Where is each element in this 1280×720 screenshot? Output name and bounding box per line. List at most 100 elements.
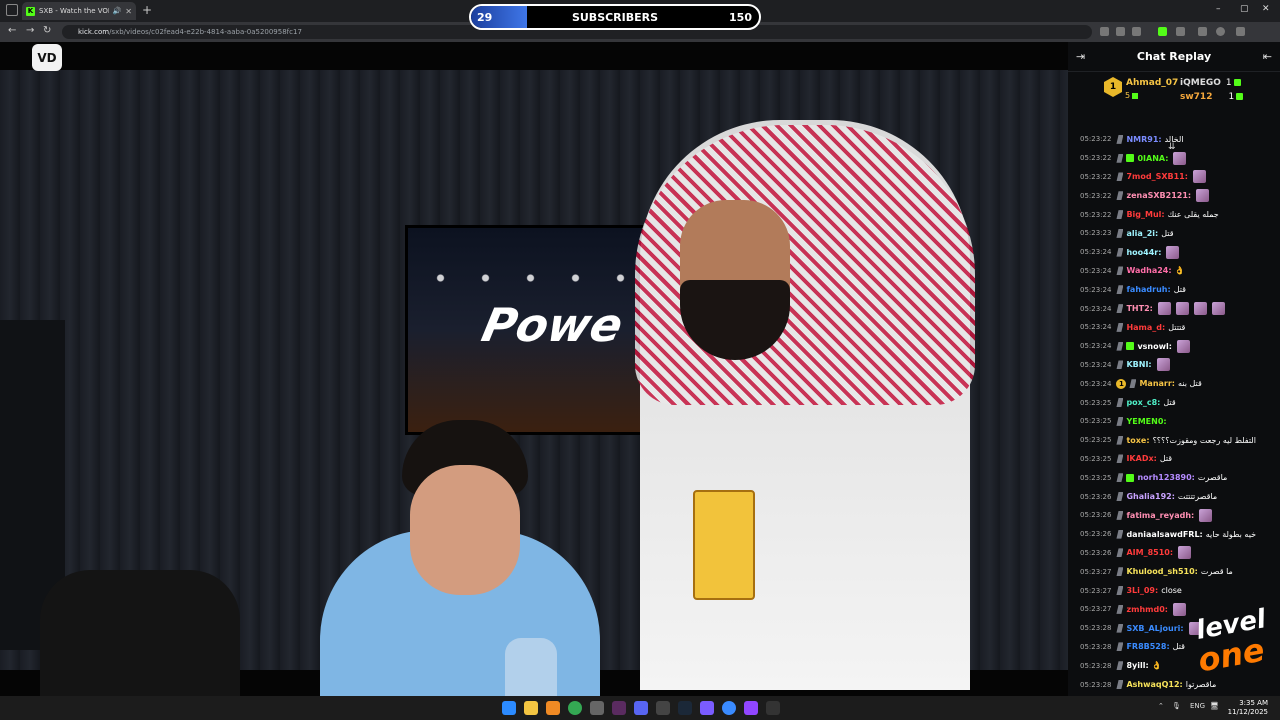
extensions-puzzle-icon[interactable] [1176,27,1185,36]
subscriber-gem-icon [1126,154,1135,163]
message-username[interactable]: Wadha24: [1126,266,1171,275]
message-username[interactable]: FR8B528: [1126,642,1169,651]
collapse-chat-icon[interactable]: ⇥ [1076,50,1085,63]
extension-icon[interactable] [1158,27,1167,36]
reload-icon[interactable]: ↻ [43,25,51,36]
message-username[interactable]: pox_c8: [1126,398,1160,407]
maximize-button[interactable]: ▢ [1240,4,1249,14]
leader-second-count: 1 [1225,78,1232,88]
message-timestamp: 05:23:26 [1080,492,1112,501]
message-username[interactable]: Ghalia192: [1126,492,1174,501]
app-icon-8[interactable] [766,701,780,715]
sidebar-icon[interactable] [1198,27,1207,36]
message-timestamp: 05:23:26 [1080,548,1112,557]
app-icon-2[interactable] [590,701,604,715]
message-username[interactable]: fatima_reyadh: [1126,511,1194,520]
tray-chevron-icon[interactable]: ⌃ [1158,702,1164,710]
message-timestamp: 05:23:26 [1080,530,1112,539]
subscriber-gem-icon [1126,473,1135,482]
message-username[interactable]: AshwaqQ12: [1126,680,1182,689]
message-username[interactable]: NMR91: [1126,135,1161,144]
message-username[interactable]: 7mod_SXB11: [1126,172,1187,181]
message-username[interactable]: hoo44r: [1126,248,1161,257]
mic-icon[interactable]: 🎙 [1172,702,1181,710]
start-button-icon[interactable] [502,701,516,715]
chat-message: 05:23:22 zenaSXB2121: [1068,186,1280,205]
system-clock[interactable]: 3:35 AM 11/12/2025 [1228,699,1268,717]
forward-arrow-icon[interactable]: → [26,25,34,36]
chat-message: 05:23:26 daniaalsawdFRL: خيه بطولة حايه [1068,525,1280,544]
profile-avatar[interactable] [1216,27,1225,36]
emote-icon [1192,170,1206,184]
translate-icon[interactable] [1100,27,1109,36]
speaker-icon[interactable]: 🔊 [113,7,122,15]
sub-badge-icon [1116,529,1124,539]
steam-icon[interactable] [678,701,692,715]
app-icon-3[interactable] [612,701,626,715]
sub-badge-icon [1116,341,1124,351]
sub-badge-icon [1116,266,1124,276]
sub-badge-icon [1116,360,1124,370]
sub-badge-icon [1116,304,1124,314]
leader-second[interactable]: iQMEGO 1 [1180,78,1241,88]
minimize-button[interactable]: – [1216,4,1221,14]
message-username[interactable]: SXB_ALjouri: [1126,624,1183,633]
app-icon-4[interactable] [656,701,670,715]
message-username[interactable]: fahadruh: [1126,285,1170,294]
message-username[interactable]: 8yill: [1126,661,1148,670]
app-icon-6[interactable] [722,701,736,715]
message-username[interactable]: vsnowl: [1137,342,1172,351]
leader-first-count: 5 [1125,91,1139,100]
message-timestamp: 05:23:24 [1080,304,1112,313]
message-username[interactable]: Manarr: [1139,379,1175,388]
menu-icon[interactable] [1236,27,1245,36]
message-username[interactable]: norh123890: [1137,473,1194,482]
message-username[interactable]: YEMEN0: [1126,417,1166,426]
tab-close-icon[interactable]: ✕ [125,7,132,16]
message-username[interactable]: AIM_8510: [1126,548,1173,557]
message-username[interactable]: 0IANA: [1137,154,1168,163]
message-username[interactable]: Khulood_sh510: [1126,567,1197,576]
app-icon-5[interactable] [700,701,714,715]
network-volume-icon[interactable]: 🖥 [1210,702,1219,710]
leader-first-name[interactable]: Ahmad_07 [1126,78,1178,88]
message-timestamp: 05:23:24 [1080,360,1112,369]
bookmark-star-icon[interactable] [1132,27,1141,36]
vod-logo-button[interactable]: VD [32,44,62,71]
chat-message: 05:23:22 Big_Mul: جمله يقلى عنك [1068,205,1280,224]
video-player[interactable]: Powe VD [0,42,1068,696]
message-username[interactable]: daniaalsawdFRL: [1126,530,1202,539]
app-icon-7[interactable] [744,701,758,715]
back-arrow-icon[interactable]: ← [8,25,16,36]
chat-message: 05:23:24 KBNI: [1068,356,1280,375]
stream-video-frame: Powe [0,70,1068,696]
chrome-icon[interactable] [568,701,582,715]
tab-actions-icon[interactable] [6,4,18,16]
message-username[interactable]: Big_Mul: [1126,210,1164,219]
discord-icon[interactable] [634,701,648,715]
message-timestamp: 05:23:28 [1080,642,1112,651]
message-username[interactable]: 3Li_09: [1126,586,1158,595]
file-explorer-icon[interactable] [524,701,538,715]
close-window-button[interactable]: ✕ [1262,4,1270,14]
zoom-icon[interactable] [1116,27,1125,36]
new-tab-button[interactable]: + [142,3,152,17]
message-username[interactable]: zmhmd0: [1126,605,1168,614]
chat-message: 05:23:25 toxe: التفلط ليه رجعت ومقوزت؟؟؟؟ [1068,431,1280,450]
message-username[interactable]: toxe: [1126,436,1149,445]
language-indicator[interactable]: ENG [1190,702,1205,710]
popout-icon[interactable]: ⇤ [1263,50,1272,63]
chat-message: 05:23:25 IKADx: قتل [1068,450,1280,469]
chat-header: ⇥ Chat Replay ⇤ [1068,42,1280,72]
message-username[interactable]: alia_2i: [1126,229,1158,238]
app-icon-1[interactable] [546,701,560,715]
message-username[interactable]: IKADx: [1126,454,1156,463]
message-text: 👌 [1151,661,1162,671]
browser-tab[interactable]: K SXB - Watch the VOD on K 🔊 ✕ [22,2,136,20]
chat-message: 05:23:26 fatima_reyadh: [1068,506,1280,525]
message-username[interactable]: zenaSXB2121: [1126,191,1191,200]
leader-third[interactable]: sw712 1 [1180,92,1244,102]
message-username[interactable]: THT2: [1126,304,1152,313]
message-username[interactable]: KBNI: [1126,360,1151,369]
message-username[interactable]: Hama_d: [1126,323,1165,332]
